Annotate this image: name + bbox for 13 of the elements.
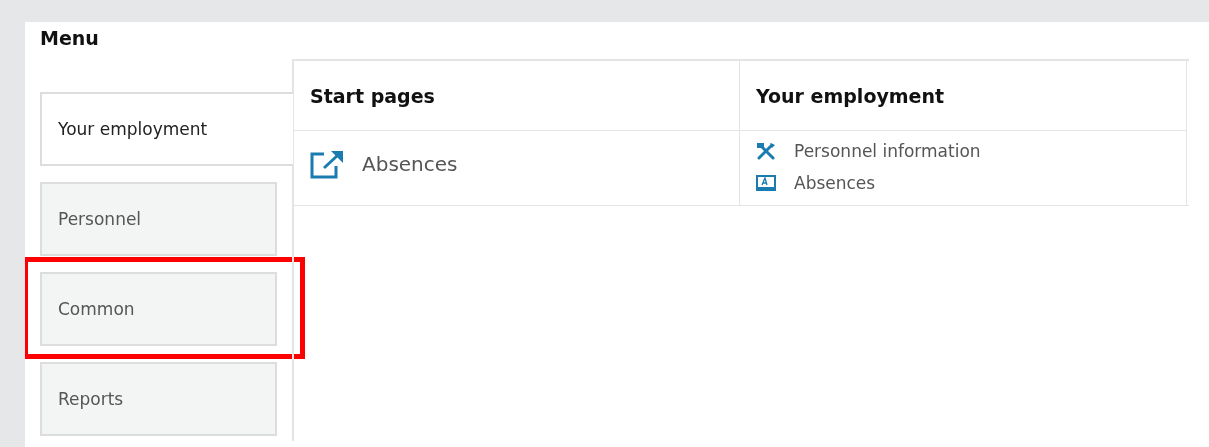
menu-tab[interactable]: Your employment [40, 92, 293, 166]
link-label[interactable]: Absences [362, 152, 458, 176]
column-heading: Your employment [740, 61, 1186, 131]
menu-title: Menu [40, 26, 100, 51]
column-heading: Start pages [294, 61, 739, 131]
form-icon [756, 175, 776, 191]
tools-icon [756, 142, 776, 160]
menu-tab[interactable]: Common [40, 272, 277, 346]
menu-tab[interactable]: Personnel [40, 182, 277, 256]
link-label[interactable]: Personnel information [794, 141, 981, 161]
external-link-icon [310, 149, 346, 179]
link-label[interactable]: Absences [794, 173, 876, 193]
menu-tab[interactable]: Reports [40, 362, 277, 436]
